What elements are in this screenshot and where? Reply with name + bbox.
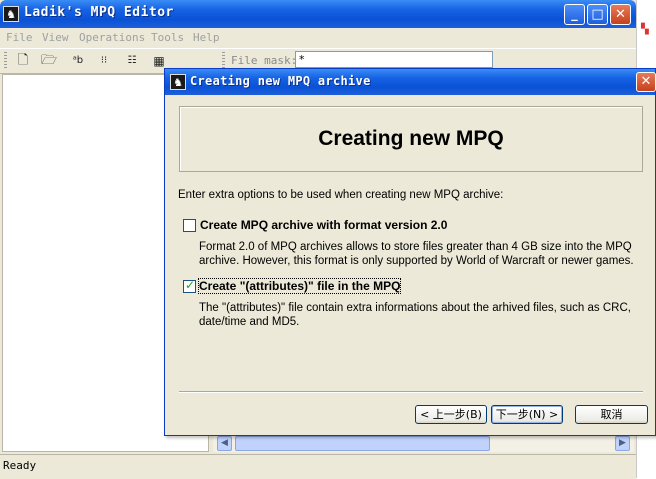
menu-view[interactable]: View <box>42 31 69 44</box>
minimize-button[interactable]: _ <box>564 4 585 25</box>
dialog-close-button[interactable]: ✕ <box>636 72 656 92</box>
format-v2-description-line: archive. However, this format is only su… <box>199 255 634 267</box>
menu-tools[interactable]: Tools <box>151 31 184 44</box>
wizard-header-title: Creating new MPQ <box>318 127 504 150</box>
scroll-right-icon[interactable]: ▶ <box>615 436 630 451</box>
new-archive-dialog: ♞ Creating new MPQ archive ✕ Creating ne… <box>164 68 656 436</box>
app-icon: ♞ <box>3 6 19 22</box>
menu-help[interactable]: Help <box>193 31 220 44</box>
intro-text: Enter extra options to be used when crea… <box>178 189 504 201</box>
dialog-title: Creating new MPQ archive <box>190 74 371 88</box>
toolbar-grip-2[interactable] <box>222 52 225 69</box>
main-titlebar[interactable]: ♞ Ladik's MPQ Editor _ □ ✕ <box>0 0 636 28</box>
cancel-button[interactable]: 取消 <box>575 405 648 424</box>
menu-bar: File View Operations Tools Help <box>0 28 636 47</box>
rename-icon[interactable]: ᵃb <box>70 53 86 69</box>
menu-operations[interactable]: Operations <box>79 31 145 44</box>
toolbar-grip[interactable] <box>4 52 7 69</box>
close-button[interactable]: ✕ <box>610 4 631 25</box>
new-file-icon[interactable]: 🗋 <box>15 53 31 69</box>
wizard-header-panel: Creating new MPQ <box>179 106 643 172</box>
dialog-app-icon: ♞ <box>170 74 186 90</box>
button-separator <box>179 391 643 393</box>
format-v2-checkbox[interactable] <box>183 219 196 232</box>
menu-file[interactable]: File <box>6 31 33 44</box>
status-bar: Ready <box>0 454 636 479</box>
main-window-title: Ladik's MPQ Editor <box>24 5 174 20</box>
attributes-description: The "(attributes)" file contain extra in… <box>199 301 639 329</box>
dialog-titlebar[interactable]: ♞ Creating new MPQ archive ✕ <box>165 69 656 95</box>
open-folder-icon[interactable]: 🗁 <box>41 53 57 69</box>
attributes-description-line: date/time and MD5. <box>199 316 300 328</box>
tree-view-icon[interactable]: ⁝⁝ <box>96 53 112 69</box>
attributes-description-line: The "(attributes)" file contain extra in… <box>199 302 631 314</box>
maximize-button[interactable]: □ <box>587 4 608 25</box>
back-button[interactable]: < 上一步(B) <box>415 405 487 424</box>
scroll-thumb[interactable] <box>235 436 490 451</box>
format-v2-label[interactable]: Create MPQ archive with format version 2… <box>200 218 447 232</box>
file-mask-label: File mask: <box>231 54 298 67</box>
details-view-icon[interactable]: ▦ <box>151 53 167 69</box>
next-button[interactable]: 下一步(N) > <box>491 405 563 424</box>
status-text: Ready <box>3 459 37 472</box>
format-v2-description-line: Format 2.0 of MPQ archives allows to sto… <box>199 241 632 253</box>
attributes-label[interactable]: Create "(attributes)" file in the MPQ <box>197 278 402 294</box>
file-mask-input[interactable]: * <box>295 51 493 68</box>
scroll-left-icon[interactable]: ◀ <box>217 436 232 451</box>
windows-flag-icon: ▚ <box>641 24 649 35</box>
list-view-icon[interactable]: ☷ <box>124 53 140 69</box>
horizontal-scrollbar[interactable]: ◀ ▶ <box>213 434 634 452</box>
attributes-checkbox[interactable] <box>183 278 196 293</box>
format-v2-description: Format 2.0 of MPQ archives allows to sto… <box>199 240 639 268</box>
